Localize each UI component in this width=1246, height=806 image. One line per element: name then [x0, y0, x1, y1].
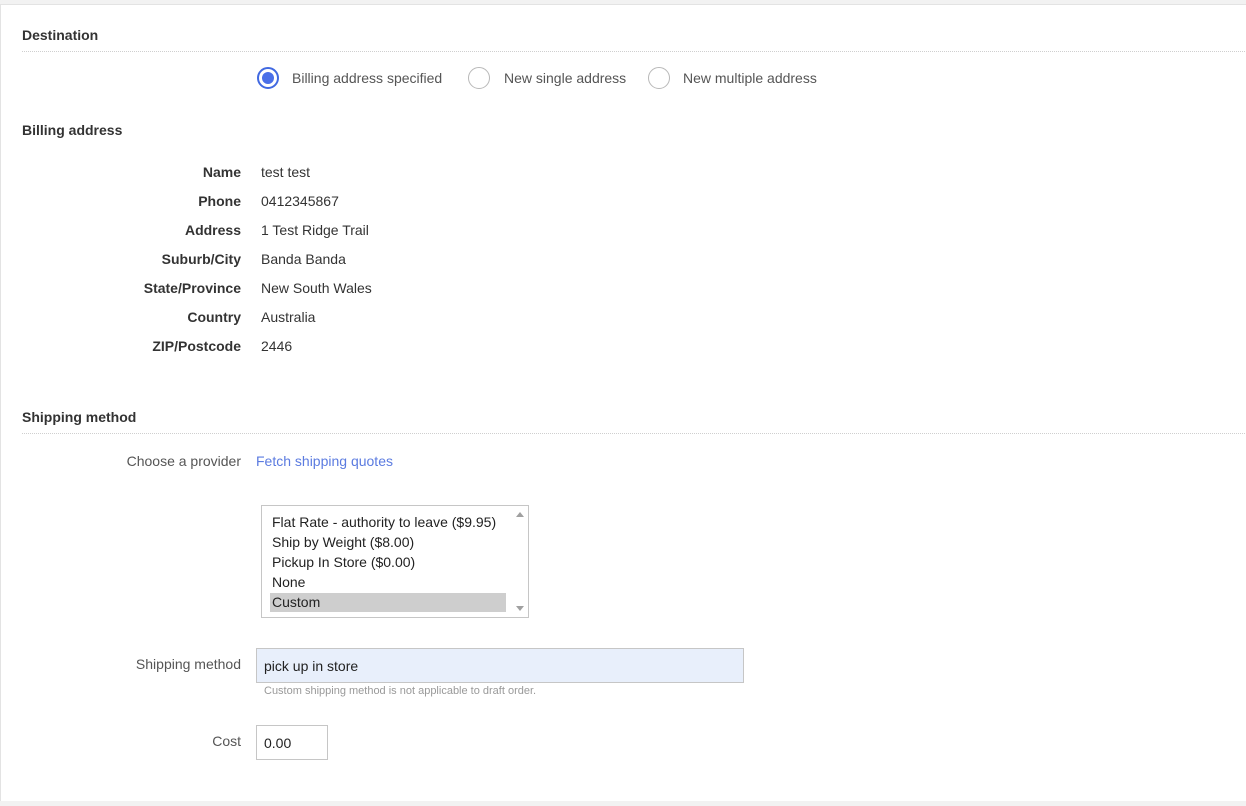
field-label-country: Country — [187, 309, 241, 325]
field-value-name: test test — [261, 164, 311, 180]
field-label-postcode: ZIP/Postcode — [152, 338, 241, 354]
shipping-method-input[interactable] — [256, 648, 744, 683]
shipping-method-label: Shipping method — [135, 656, 241, 672]
field-value-address: 1 Test Ridge Trail — [261, 222, 369, 238]
field-label-address: Address — [184, 222, 241, 238]
shipping-method-title: Shipping method — [22, 409, 137, 425]
listbox-scrollbar[interactable] — [512, 506, 528, 617]
destination-title: Destination — [22, 27, 99, 43]
field-value-country: Australia — [261, 309, 316, 325]
listbox-option[interactable]: None — [270, 573, 506, 592]
radio-billing-address-control[interactable] — [257, 67, 279, 89]
field-value-suburb: Banda Banda — [261, 251, 346, 267]
cost-input[interactable] — [256, 725, 328, 760]
listbox-option-selected[interactable]: Custom — [270, 593, 506, 612]
divider — [22, 51, 1246, 52]
divider — [22, 433, 1246, 434]
listbox-option[interactable]: Ship by Weight ($8.00) — [270, 533, 506, 552]
order-shipping-panel: Destination Billing address specified Ne… — [0, 4, 1246, 801]
billing-address-title: Billing address — [22, 122, 123, 138]
radio-billing-address-label[interactable]: Billing address specified — [292, 70, 442, 86]
listbox-option[interactable]: Pickup In Store ($0.00) — [270, 553, 506, 572]
field-label-phone: Phone — [198, 193, 241, 209]
fetch-shipping-quotes-link[interactable]: Fetch shipping quotes — [256, 453, 393, 469]
field-value-postcode: 2446 — [261, 338, 293, 354]
radio-new-single-address-label[interactable]: New single address — [504, 70, 626, 86]
shipping-method-hint: Custom shipping method is not applicable… — [264, 685, 537, 697]
listbox-option[interactable]: Flat Rate - authority to leave ($9.95) — [270, 513, 506, 532]
radio-new-multiple-address-label[interactable]: New multiple address — [683, 70, 817, 86]
field-label-name: Name — [202, 164, 241, 180]
scroll-down-arrow-icon[interactable] — [516, 606, 524, 611]
field-value-state: New South Wales — [261, 280, 372, 296]
cost-label: Cost — [212, 733, 241, 749]
provider-label: Choose a provider — [126, 453, 241, 469]
radio-new-multiple-address-control[interactable] — [648, 67, 670, 89]
field-value-phone: 0412345867 — [261, 193, 339, 209]
field-label-state: State/Province — [143, 280, 241, 296]
shipping-method-listbox[interactable]: Flat Rate - authority to leave ($9.95) S… — [261, 505, 529, 618]
radio-new-single-address-control[interactable] — [468, 67, 490, 89]
scroll-up-arrow-icon[interactable] — [516, 512, 524, 517]
field-label-suburb: Suburb/City — [161, 251, 241, 267]
